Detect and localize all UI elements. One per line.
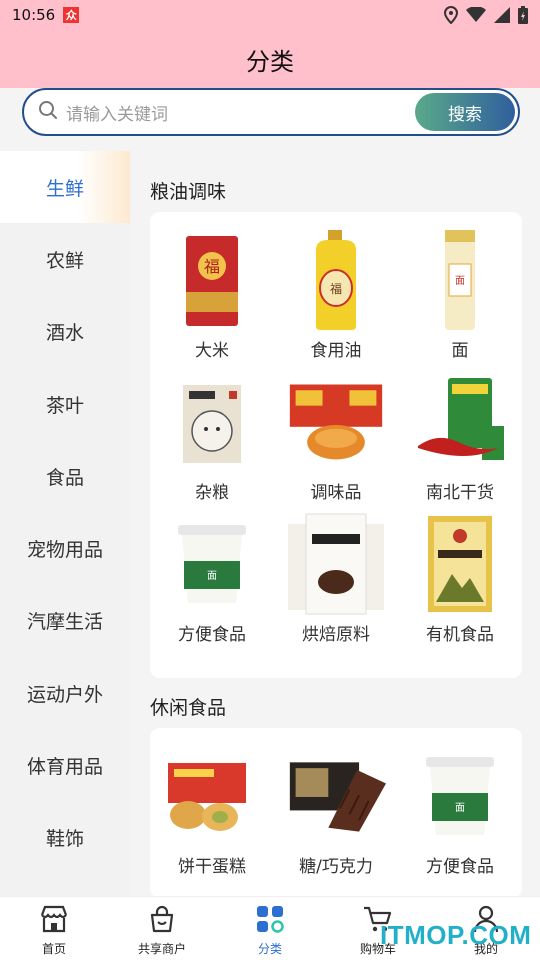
page-title: 分类 — [246, 47, 294, 76]
category-icon — [256, 905, 284, 937]
sidebar-item-pet-supplies[interactable]: 宠物用品 — [0, 512, 130, 584]
flour-bag-icon — [286, 510, 386, 618]
category-item-grains[interactable]: 杂粮 — [150, 368, 274, 506]
sidebar-item-food[interactable]: 食品 — [0, 440, 130, 512]
category-card: 饼干蛋糕 糖/巧克力 面 方便食品 — [150, 728, 522, 898]
oil-bottle-icon: 福 — [286, 226, 386, 334]
svg-text:面: 面 — [455, 276, 465, 287]
signal-icon — [494, 7, 510, 23]
search-input[interactable]: 请输入关键词 — [66, 100, 415, 125]
noodle-pack-icon: 面 — [410, 226, 510, 334]
section-title: 粮油调味 — [150, 180, 227, 203]
svg-text:面: 面 — [207, 571, 217, 582]
sidebar-item-fresh[interactable]: 生鲜 — [0, 151, 130, 224]
sidebar-item-farm-fresh[interactable]: 农鲜 — [0, 223, 130, 295]
sidebar-item-shoes[interactable]: 鞋饰 — [0, 802, 130, 874]
store-icon — [39, 905, 69, 937]
category-card: 福 大米 福 食用油 面 面 杂粮 调味品 南北干货 面 方便食品 烘焙原料 有… — [150, 212, 522, 678]
category-item-instant-food-2[interactable]: 面 方便食品 — [398, 742, 522, 880]
category-item-noodles[interactable]: 面 面 — [398, 226, 522, 364]
sidebar-item-auto-life[interactable]: 汽摩生活 — [0, 585, 130, 657]
instant-noodle-cup-icon: 面 — [162, 510, 262, 618]
grain-bag-icon — [162, 368, 262, 476]
wifi-icon — [466, 7, 486, 23]
app-notification-icon: 众 — [63, 7, 80, 23]
category-item-biscuits-cakes[interactable]: 饼干蛋糕 — [150, 742, 274, 880]
category-item-candy-chocolate[interactable]: 糖/巧克力 — [274, 742, 398, 880]
cake-box-icon — [162, 742, 262, 850]
shopping-bag-icon — [148, 905, 176, 937]
category-sidebar: 生鲜 农鲜 酒水 茶叶 食品 宠物用品 汽摩生活 运动户外 体育用品 鞋饰 — [0, 151, 130, 896]
sidebar-item-tea[interactable]: 茶叶 — [0, 368, 130, 440]
sidebar-item-drinks[interactable]: 酒水 — [0, 296, 130, 368]
sidebar-item-outdoor[interactable]: 运动户外 — [0, 657, 130, 729]
status-bar: 10:56 众 — [0, 0, 540, 30]
chocolate-icon — [286, 742, 386, 850]
category-content: 粮油调味 福 大米 福 食用油 面 面 杂粮 调味品 南北干货 面 方便食品 烘… — [150, 168, 522, 898]
svg-text:面: 面 — [455, 803, 465, 814]
category-item-dried-goods[interactable]: 南北干货 — [398, 368, 522, 506]
search-bar[interactable]: 请输入关键词 搜索 — [22, 88, 520, 136]
tab-shared-merchants[interactable]: 共享商户 — [108, 897, 216, 960]
battery-icon — [518, 6, 528, 24]
search-button[interactable]: 搜索 — [415, 93, 515, 131]
location-icon — [444, 6, 458, 24]
section-title: 休闲食品 — [150, 696, 227, 719]
dried-goods-icon — [410, 368, 510, 476]
tab-home[interactable]: 首页 — [0, 897, 108, 960]
svg-text:福: 福 — [330, 281, 342, 296]
watermark: ITMOP.COM — [380, 920, 532, 950]
tab-category[interactable]: 分类 — [216, 897, 324, 960]
instant-noodle-cup-icon: 面 — [410, 742, 510, 850]
status-time: 10:56 — [12, 6, 56, 24]
rice-bag-icon: 福 — [162, 226, 262, 334]
page-header: 分类 — [0, 30, 540, 88]
category-item-baking[interactable]: 烘焙原料 — [274, 510, 398, 648]
svg-text:福: 福 — [204, 257, 220, 276]
category-item-cooking-oil[interactable]: 福 食用油 — [274, 226, 398, 364]
organic-bag-icon — [410, 510, 510, 618]
search-icon — [38, 100, 58, 124]
sidebar-item-sports[interactable]: 体育用品 — [0, 729, 130, 801]
category-item-organic[interactable]: 有机食品 — [398, 510, 522, 648]
category-item-seasoning[interactable]: 调味品 — [274, 368, 398, 506]
category-item-instant-food[interactable]: 面 方便食品 — [150, 510, 274, 648]
seasoning-box-icon — [286, 368, 386, 476]
category-item-rice[interactable]: 福 大米 — [150, 226, 274, 364]
